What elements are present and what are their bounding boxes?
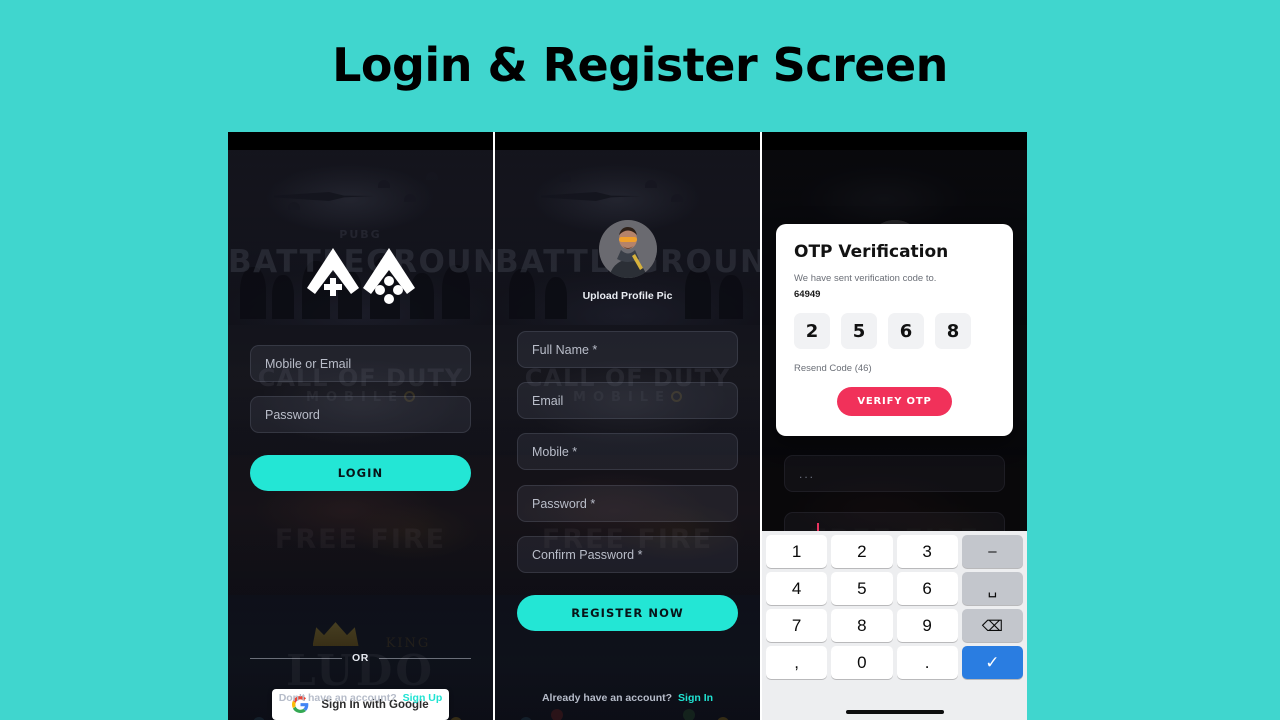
profile-avatar-icon[interactable] [598,220,657,278]
otp-target-number: 64949 [794,289,821,300]
divider-line-left [250,657,343,659]
password-input[interactable]: Password [250,396,471,433]
mobile-input[interactable]: Mobile * [517,433,738,470]
otp-card-subtitle: We have sent verification code to. [794,273,937,284]
gamepad-mountain-logo-icon [306,248,415,304]
signin-prompt: Already have an account? Sign In [495,692,760,704]
key-7[interactable]: 7 [766,609,828,642]
key-9[interactable]: 9 [896,609,958,642]
key-comma[interactable]: , [766,646,828,679]
otp-digit-2[interactable]: 5 [841,313,877,349]
status-bar [495,132,760,150]
mobile-placeholder: Mobile * [532,444,578,459]
otp-verification-card: OTP Verification We have sent verificati… [776,224,1013,436]
upload-profile-pic[interactable]: Upload Profile Pic [495,220,760,302]
home-indicator [845,710,944,714]
login-content: Mobile or Email Password LOGIN OR Sign I… [228,132,493,720]
key-3[interactable]: 3 [896,535,958,568]
app-logo [228,244,493,306]
masked-input-field-1[interactable]: ... [784,455,1005,492]
key-5[interactable]: 5 [831,572,893,605]
upload-profile-pic-label: Upload Profile Pic [582,290,673,302]
avatar-artwork [598,220,657,278]
keyboard-row-3: 7 8 9 ⌫ [764,609,1025,642]
page-title: Login & Register Screen [332,38,948,92]
verify-otp-button[interactable]: VERIFY OTP [837,387,952,416]
key-2[interactable]: 2 [831,535,893,568]
password-input[interactable]: Password * [517,485,738,522]
numeric-keyboard: 1 2 3 – 4 5 6 ␣ 7 8 9 ⌫ , 0 . ✓ [762,531,1027,720]
register-screen: BATTLEGROUNDS CALL OF DUTY MOBILE FREE F… [495,132,760,720]
signup-prompt-text: Don't have an account? [278,692,397,704]
otp-digit-3[interactable]: 6 [888,313,924,349]
mobile-or-email-placeholder: Mobile or Email [265,356,352,371]
or-divider: OR [250,652,472,664]
password-placeholder: Password [265,407,320,422]
or-label: OR [352,652,369,664]
email-input[interactable]: Email [517,382,738,419]
otp-digit-4[interactable]: 8 [935,313,971,349]
status-bar [762,132,1027,150]
dash-key[interactable]: – [961,535,1023,568]
phone-mockups-strip: PUBG BATTLEGROUNDS CALL OF DUTY MOBILE F… [228,132,1027,720]
mobile-or-email-input[interactable]: Mobile or Email [250,345,471,382]
register-content: Upload Profile Pic Full Name * Email Mob… [495,132,760,720]
confirm-password-placeholder: Confirm Password * [532,547,643,562]
key-4[interactable]: 4 [766,572,828,605]
key-0[interactable]: 0 [831,646,893,679]
resend-code-link[interactable]: Resend Code (46) [794,363,995,374]
otp-digit-boxes: 2 5 6 8 [794,313,995,349]
otp-card-title: OTP Verification [794,242,949,262]
divider-line-right [378,657,472,659]
otp-digit-1[interactable]: 2 [794,313,830,349]
signup-link[interactable]: Sign Up [403,692,443,704]
register-now-button[interactable]: REGISTER NOW [517,595,738,631]
full-name-input[interactable]: Full Name * [517,331,738,368]
login-screen: PUBG BATTLEGROUNDS CALL OF DUTY MOBILE F… [228,132,493,720]
key-6[interactable]: 6 [896,572,958,605]
keyboard-row-2: 4 5 6 ␣ [764,572,1025,605]
key-period[interactable]: . [896,646,958,679]
space-key[interactable]: ␣ [961,572,1023,605]
backspace-key[interactable]: ⌫ [961,609,1023,642]
keyboard-row-4: , 0 . ✓ [764,646,1025,679]
signin-link[interactable]: Sign In [678,692,713,704]
masked-input-1-value: ... [799,466,816,481]
password-placeholder: Password * [532,496,596,511]
keyboard-row-1: 1 2 3 – [764,535,1025,568]
status-bar [228,132,493,150]
login-button[interactable]: LOGIN [250,455,471,491]
key-1[interactable]: 1 [766,535,828,568]
check-key[interactable]: ✓ [961,646,1023,679]
signin-prompt-text: Already have an account? [541,692,673,704]
verify-button-row: VERIFY OTP [794,387,995,416]
key-8[interactable]: 8 [831,609,893,642]
otp-verification-screen: FREE FIRE [762,132,1027,720]
email-placeholder: Email [532,393,564,408]
confirm-password-input[interactable]: Confirm Password * [517,536,738,573]
signup-prompt: Don't have an account? Sign Up [228,692,493,704]
full-name-placeholder: Full Name * [532,342,598,357]
